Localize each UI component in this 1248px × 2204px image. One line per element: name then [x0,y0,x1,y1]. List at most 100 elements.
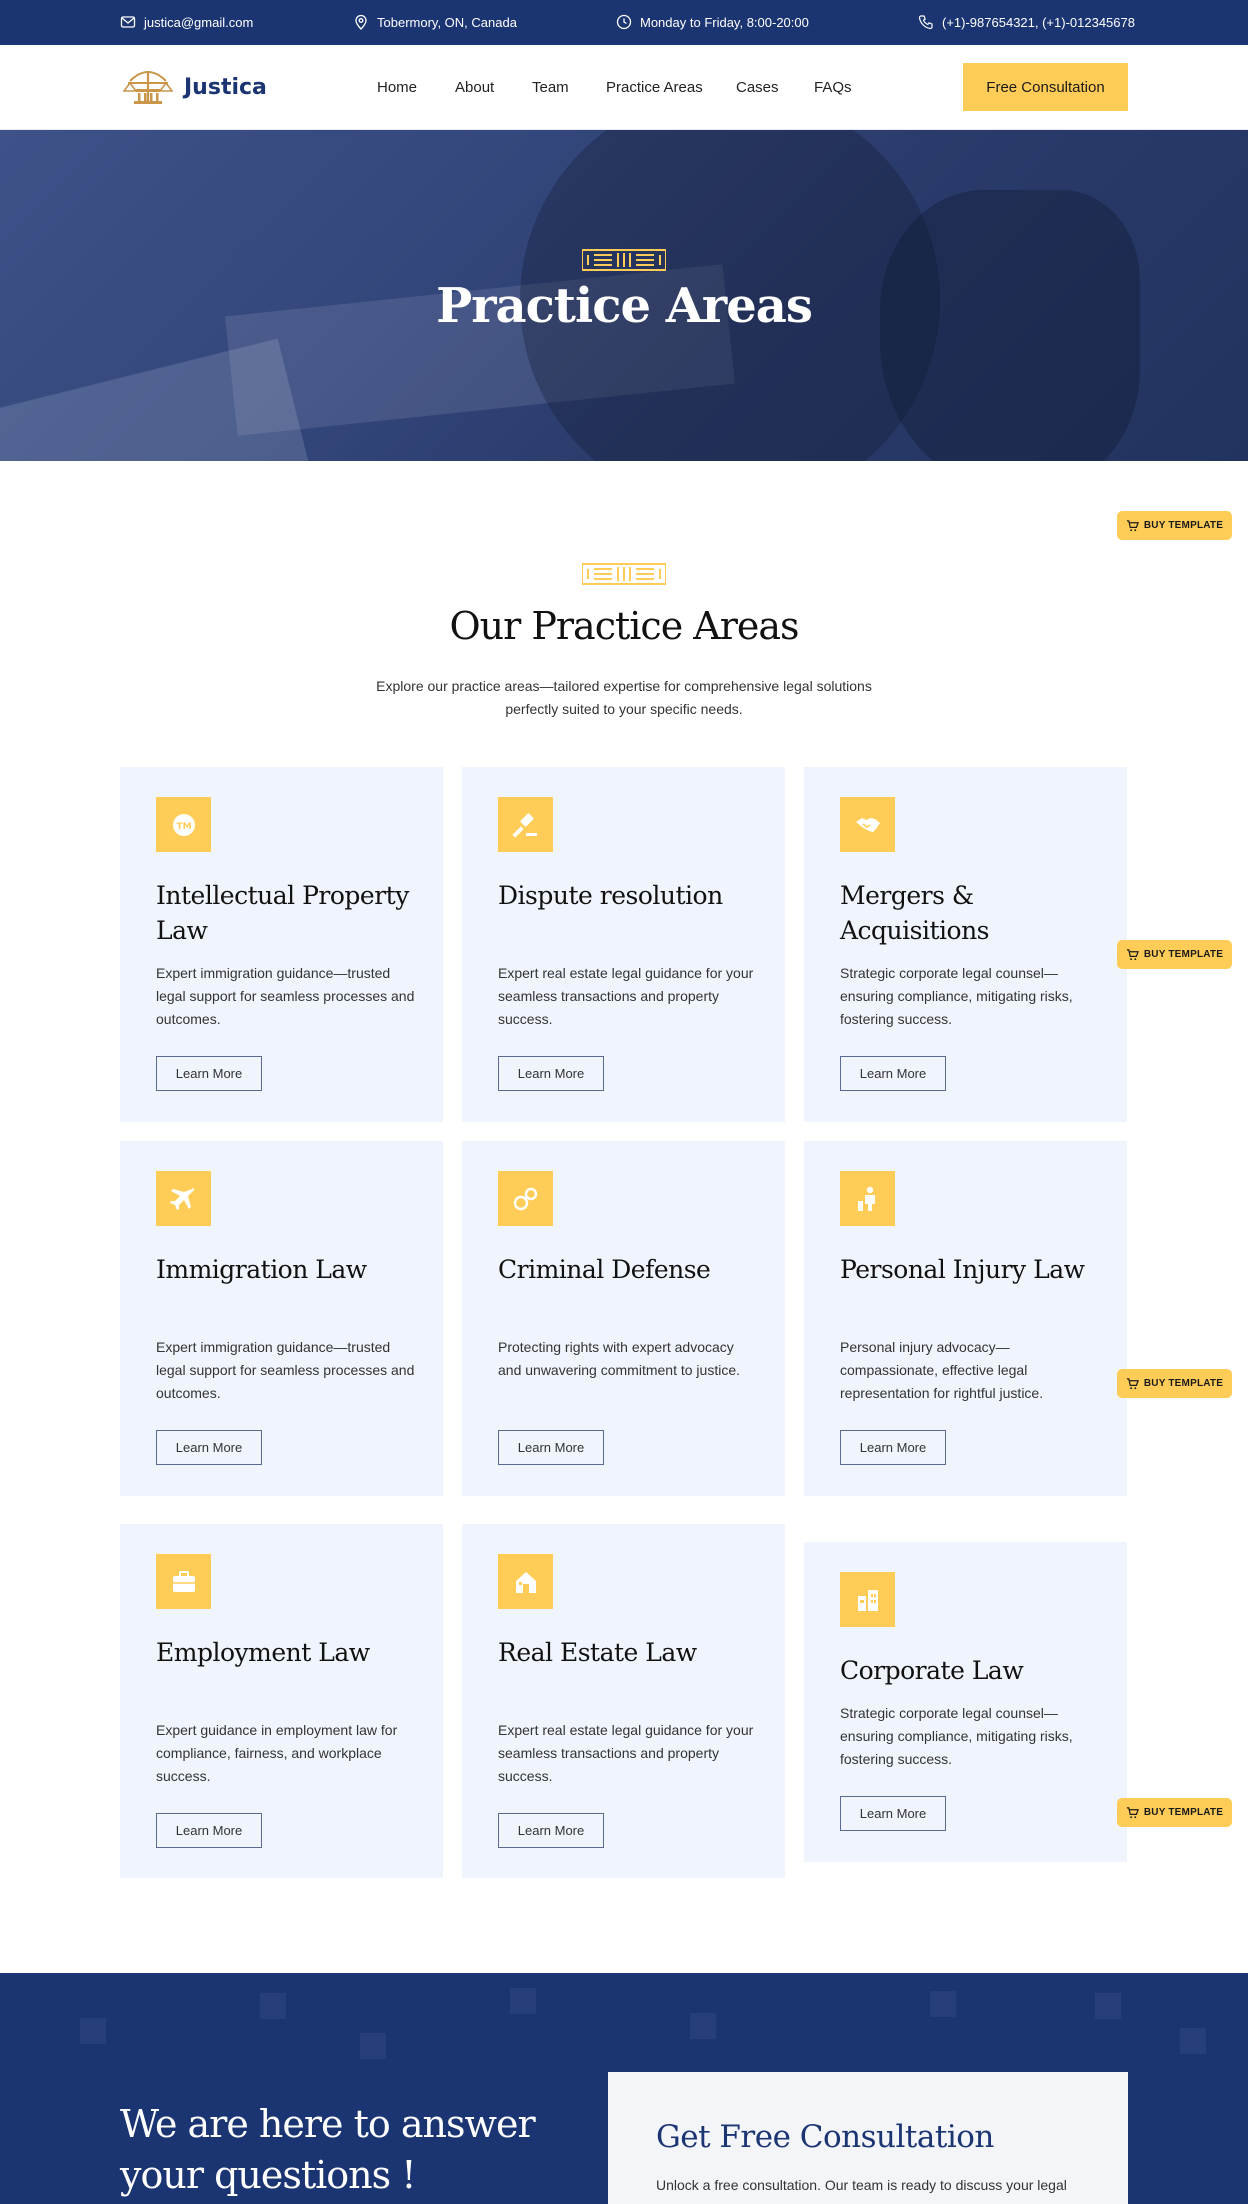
pattern-square [1095,1993,1121,2019]
pattern-square [690,2013,716,2039]
learn-more-button[interactable]: Learn More [840,1796,946,1831]
brand-logo[interactable]: Justica [120,67,267,107]
card-description: Expert real estate legal guidance for yo… [498,965,754,1027]
map-pin-icon [355,14,367,30]
buy-template-button[interactable]: BUY TEMPLATE [1117,940,1232,969]
hero-banner: Practice Areas [0,130,1248,461]
nav-team[interactable]: Team [532,79,569,96]
buy-template-label: BUY TEMPLATE [1143,949,1224,960]
location-info: Tobermory, ON, Canada [353,14,517,30]
card-title: Employment Law [156,1638,370,1667]
consultation-text: Unlock a free consultation. Our team is … [656,2177,1067,2193]
contact-section: We are here to answer your questions ! G… [0,1973,1248,2204]
buy-template-label: BUY TEMPLATE [1143,1807,1224,1818]
card-title: Real Estate Law [498,1638,697,1667]
card-title: Criminal Defense [498,1255,711,1284]
nav-practice-areas[interactable]: Practice Areas [606,79,703,96]
practice-card: Employment Law Expert guidance in employ… [120,1524,443,1878]
hours-text: Monday to Friday, 8:00-20:00 [640,14,809,30]
card-description: Protecting rights with expert advocacy a… [498,1339,740,1378]
airplane-icon [169,1187,194,1210]
card-icon-box [498,1171,553,1226]
top-info-bar: justica@gmail.com Tobermory, ON, Canada … [0,0,1248,45]
practice-card: Mergers & Acquisitions Strategic corpora… [804,767,1127,1122]
learn-more-button[interactable]: Learn More [498,1056,604,1091]
decorative-ornament-icon [582,563,666,585]
email-text: justica@gmail.com [144,14,254,30]
learn-more-button[interactable]: Learn More [156,1430,262,1465]
cart-icon [1126,520,1139,532]
injured-person-icon [857,1186,875,1211]
buildings-icon [857,1589,878,1611]
phone-text: (+1)-987654321, (+1)-012345678 [942,14,1135,30]
card-icon-box [840,1572,895,1627]
card-icon-box [156,1171,211,1226]
scales-logo-icon [122,71,174,104]
practice-card: Criminal Defense Protecting rights with … [462,1141,785,1496]
buy-template-button[interactable]: BUY TEMPLATE [1117,1369,1232,1398]
learn-more-button[interactable]: Learn More [156,1056,262,1091]
hero-title: Practice Areas [436,278,813,334]
buy-template-label: BUY TEMPLATE [1143,520,1224,531]
learn-more-button[interactable]: Learn More [840,1056,946,1091]
site-header: Justica Home About Team Practice Areas C… [0,45,1248,130]
practice-card: Corporate Law Strategic corporate legal … [804,1542,1127,1862]
card-description: Expert guidance in employment law for co… [156,1722,398,1784]
phone-info[interactable]: (+1)-987654321, (+1)-012345678 [918,14,1135,30]
clock-icon [616,14,632,30]
gavel-icon [511,812,537,838]
consultation-title: Get Free Consultation [656,2119,994,2155]
card-icon-box [498,1554,553,1609]
card-description: Personal injury advocacy—compassionate, … [840,1339,1044,1401]
pattern-square [260,1993,286,2019]
card-icon-box [498,797,553,852]
nav-about[interactable]: About [455,79,494,96]
cart-icon [1126,1807,1139,1819]
card-icon-box [840,1171,895,1226]
handcuffs-icon [513,1187,537,1210]
cart-icon [1126,1378,1139,1390]
card-description: Expert immigration guidance—trusted lega… [156,965,415,1027]
briefcase-icon [172,1570,195,1592]
location-text: Tobermory, ON, Canada [377,14,517,30]
pattern-square [930,1991,956,2017]
practice-card: Immigration Law Expert immigration guida… [120,1141,443,1496]
learn-more-button[interactable]: Learn More [156,1813,262,1848]
card-description: Expert immigration guidance—trusted lega… [156,1339,415,1401]
trademark-icon: TM [172,813,195,836]
svg-text:TM: TM [176,822,191,832]
cart-icon [1126,949,1139,961]
learn-more-button[interactable]: Learn More [840,1430,946,1465]
section-title: Our Practice Areas [449,604,799,648]
practice-card: Real Estate Law Expert real estate legal… [462,1524,785,1878]
card-icon-box [840,797,895,852]
nav-home[interactable]: Home [377,79,417,96]
practice-card: TM Intellectual Property Law Expert immi… [120,767,443,1122]
free-consultation-button[interactable]: Free Consultation [963,63,1128,111]
email-info[interactable]: justica@gmail.com [120,14,253,30]
buy-template-label: BUY TEMPLATE [1143,1378,1224,1389]
learn-more-button[interactable]: Learn More [498,1430,604,1465]
card-title: Mergers & Acquisitions [840,881,990,945]
nav-faqs[interactable]: FAQs [814,79,852,96]
phone-icon [918,15,933,30]
pattern-square [80,2018,106,2044]
buy-template-button[interactable]: BUY TEMPLATE [1117,511,1232,540]
card-icon-box: TM [156,797,211,852]
handshake-icon [855,817,880,832]
nav-cases[interactable]: Cases [736,79,779,96]
card-description: Expert real estate legal guidance for yo… [498,1722,754,1784]
learn-more-button[interactable]: Learn More [498,1813,604,1848]
hours-info: Monday to Friday, 8:00-20:00 [616,14,809,30]
decorative-ornament-icon [582,249,666,271]
pattern-square [360,2033,386,2059]
card-icon-box [156,1554,211,1609]
card-title: Personal Injury Law [840,1255,1085,1284]
card-description: Strategic corporate legal counsel—ensuri… [840,1705,1073,1767]
card-title: Dispute resolution [498,881,723,910]
card-title: Corporate Law [840,1656,1024,1685]
section-subtitle: Explore our practice areas—tailored expe… [376,678,872,717]
contact-heading: We are here to answer your questions ! [120,2102,536,2197]
buy-template-button[interactable]: BUY TEMPLATE [1117,1798,1232,1827]
consultation-form-card: Get Free Consultation Unlock a free cons… [608,2072,1128,2204]
